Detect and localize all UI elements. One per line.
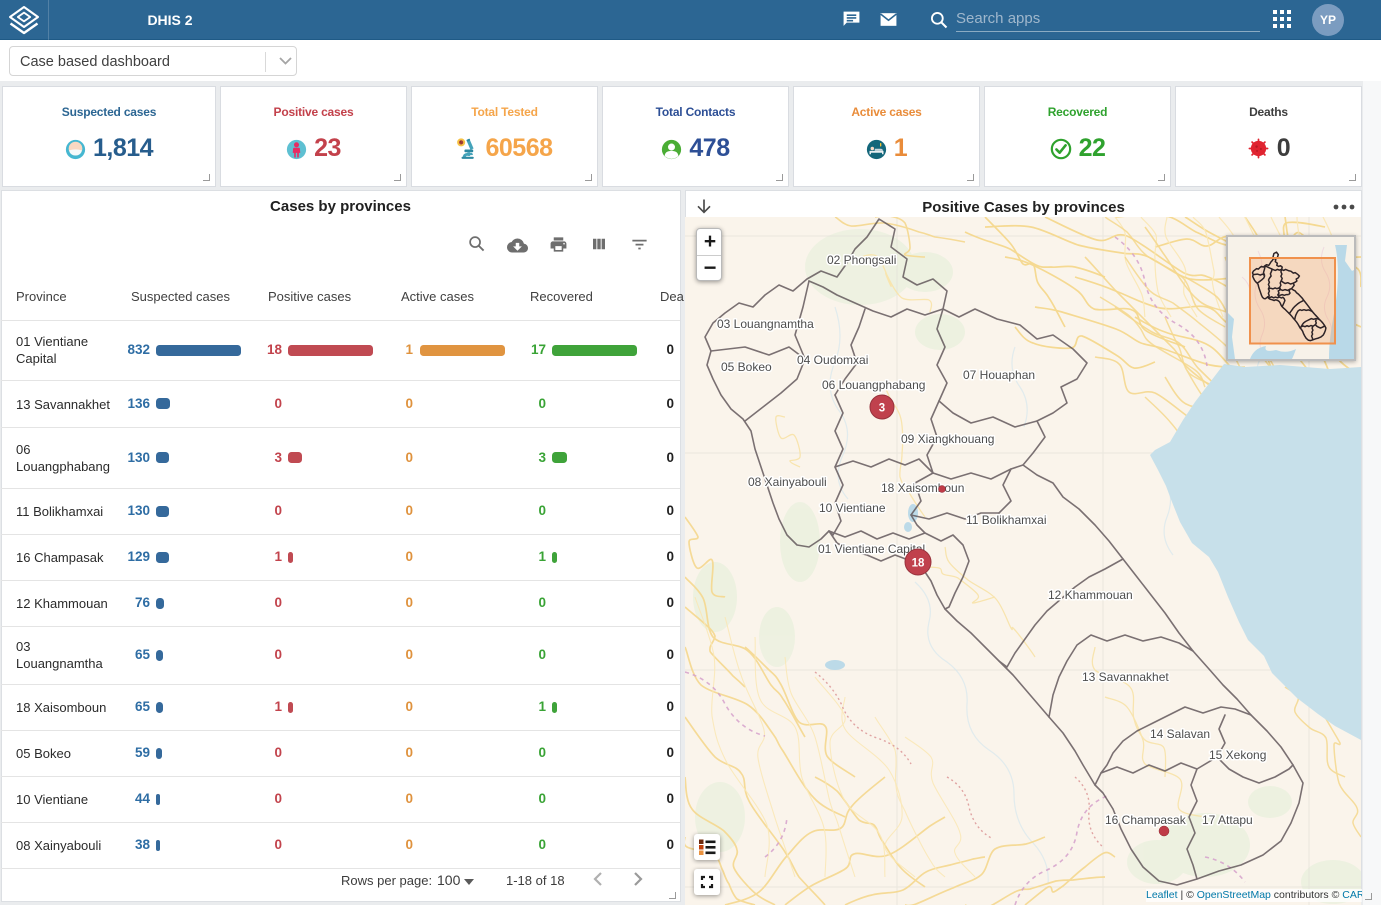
svg-text:12 Khammouan: 12 Khammouan xyxy=(1048,588,1133,602)
svg-text:03 Louangnamtha: 03 Louangnamtha xyxy=(717,317,814,331)
svg-text:15 Xekong: 15 Xekong xyxy=(1209,748,1266,762)
svg-text:05 Bokeo: 05 Bokeo xyxy=(721,360,772,374)
svg-text:07 Houaphan: 07 Houaphan xyxy=(963,368,1035,382)
svg-text:06 Louangphabang: 06 Louangphabang xyxy=(822,378,925,392)
svg-text:13 Savannakhet: 13 Savannakhet xyxy=(1082,670,1169,684)
svg-text:04 Oudomxai: 04 Oudomxai xyxy=(797,353,868,367)
svg-text:18: 18 xyxy=(912,558,925,570)
svg-text:09 Xiangkhouang: 09 Xiangkhouang xyxy=(901,432,994,446)
svg-text:02 Phongsali: 02 Phongsali xyxy=(827,253,896,267)
svg-text:10 Vientiane: 10 Vientiane xyxy=(819,501,886,515)
svg-text:14 Salavan: 14 Salavan xyxy=(1150,727,1210,741)
svg-text:16 Champasak: 16 Champasak xyxy=(1105,813,1187,827)
svg-text:3: 3 xyxy=(879,403,885,415)
svg-text:17 Attapu: 17 Attapu xyxy=(1202,813,1253,827)
svg-text:18 Xaisomboun: 18 Xaisomboun xyxy=(881,481,964,495)
svg-text:08 Xainyabouli: 08 Xainyabouli xyxy=(748,475,827,489)
svg-text:11 Bolikhamxai: 11 Bolikhamxai xyxy=(966,513,1046,527)
